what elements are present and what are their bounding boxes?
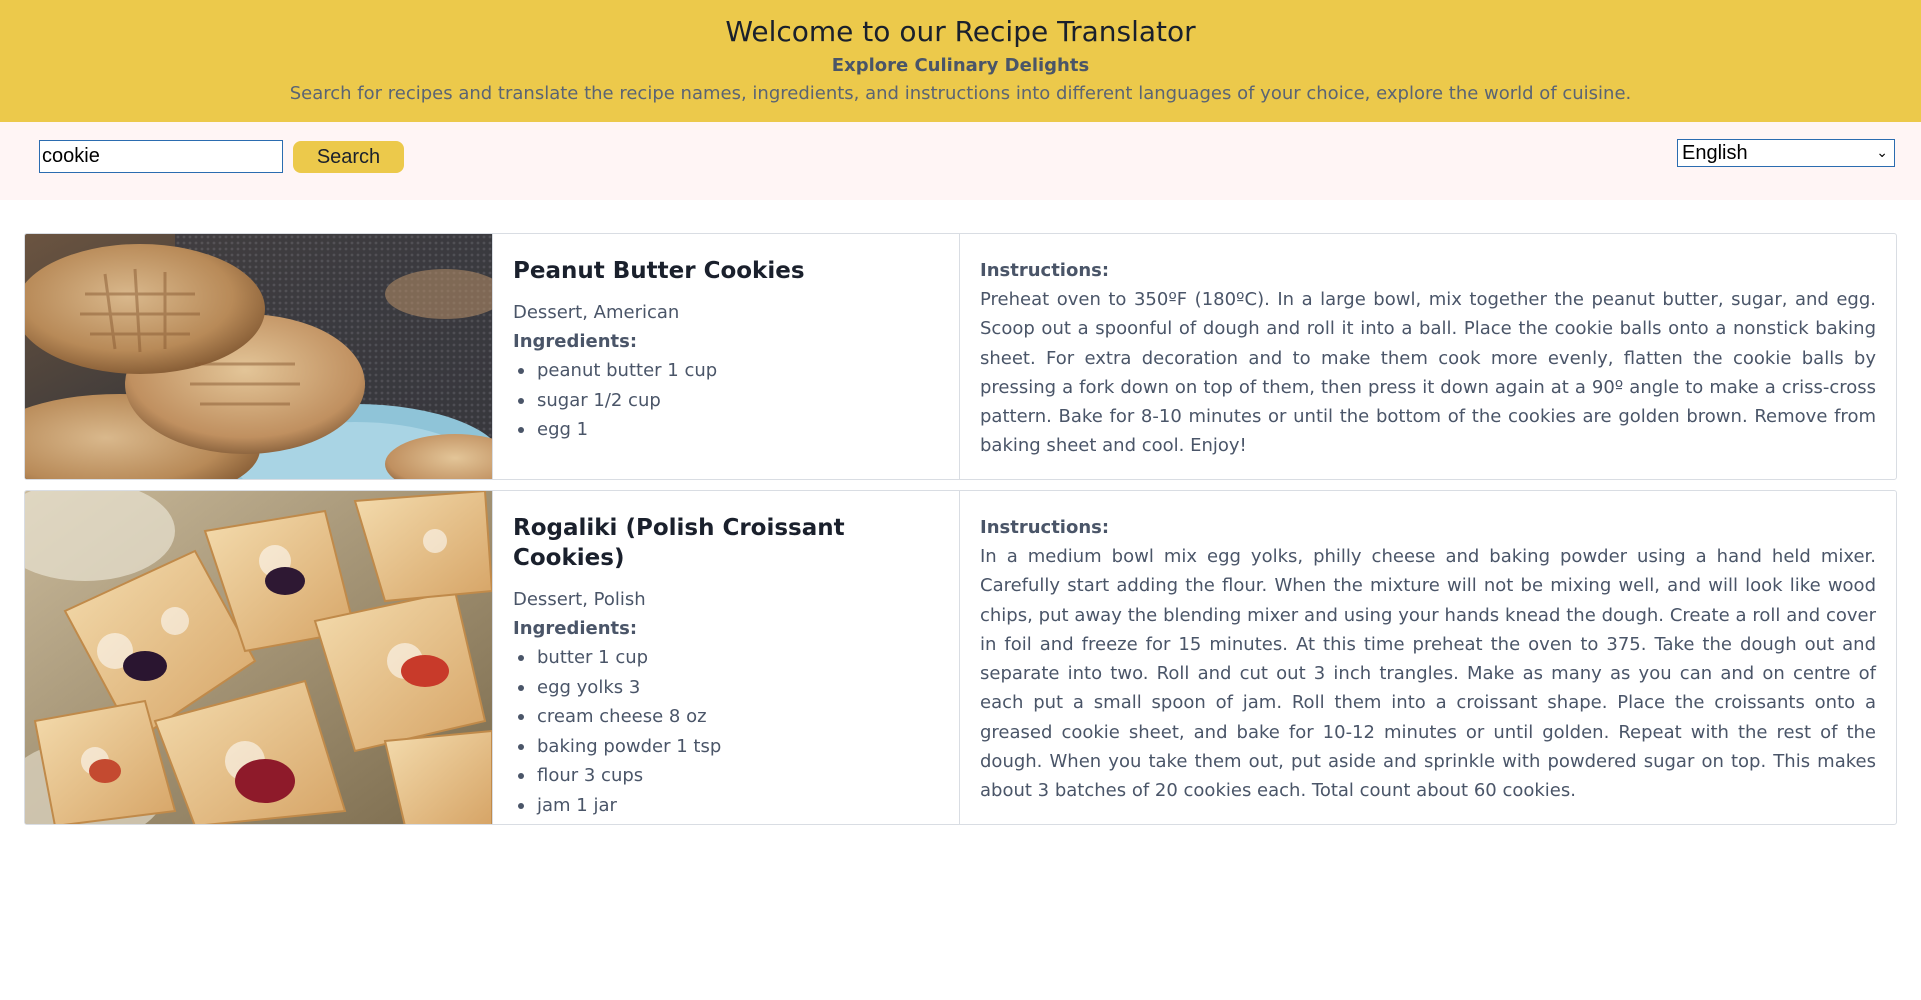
recipe-title: Peanut Butter Cookies (513, 258, 805, 284)
language-select[interactable]: English ⌄ (1677, 139, 1895, 167)
recipe-image (25, 491, 492, 824)
chevron-down-icon: ⌄ (1876, 144, 1888, 160)
ingredient-item: butter 1 cup (513, 643, 939, 673)
recipe-instructions: Instructions: Preheat oven to 350ºF (180… (960, 234, 1896, 479)
ingredients-list: butter 1 cup egg yolks 3 cream cheese 8 … (513, 643, 939, 820)
ingredient-item: baking powder 1 tsp (513, 732, 939, 762)
language-select-value: English (1682, 141, 1748, 164)
recipe-image (25, 234, 492, 479)
ingredient-item: egg 1 (513, 415, 939, 445)
page-title: Welcome to our Recipe Translator (725, 15, 1196, 48)
recipe-instructions: Instructions: In a medium bowl mix egg y… (960, 491, 1896, 824)
ingredients-list: peanut butter 1 cup sugar 1/2 cup egg 1 (513, 356, 939, 445)
ingredients-label: Ingredients: (513, 618, 638, 639)
ingredient-item: egg yolks 3 (513, 673, 939, 703)
page-description: Search for recipes and translate the rec… (289, 83, 1632, 104)
page-subtitle: Explore Culinary Delights (831, 55, 1090, 76)
recipe-info: Peanut Butter Cookies Dessert, American … (492, 234, 960, 479)
instructions-label: Instructions: (980, 260, 1110, 281)
search-toolbar: Search English ⌄ (0, 122, 1921, 200)
ingredient-item: flour 3 cups (513, 761, 939, 791)
ingredient-item: cream cheese 8 oz (513, 702, 939, 732)
instructions-text: In a medium bowl mix egg yolks, philly c… (980, 546, 1876, 802)
ingredient-item: sugar 1/2 cup (513, 386, 939, 416)
instructions-label: Instructions: (980, 517, 1110, 538)
instructions-text: Preheat oven to 350ºF (180ºC). In a larg… (980, 289, 1876, 457)
page-header: Welcome to our Recipe Translator Explore… (0, 0, 1921, 122)
ingredient-item: peanut butter 1 cup (513, 356, 939, 386)
recipe-info: Rogaliki (Polish Croissant Cookies) Dess… (492, 491, 960, 824)
recipe-card: Rogaliki (Polish Croissant Cookies) Dess… (24, 490, 1897, 825)
search-input[interactable] (39, 140, 283, 173)
ingredient-item: jam 1 jar (513, 791, 939, 821)
ingredients-label: Ingredients: (513, 331, 638, 352)
recipe-category: Dessert, Polish (513, 589, 646, 610)
recipe-results: Peanut Butter Cookies Dessert, American … (0, 200, 1921, 825)
recipe-card: Peanut Butter Cookies Dessert, American … (24, 233, 1897, 480)
recipe-title: Rogaliki (Polish Croissant Cookies) (513, 515, 845, 571)
search-button[interactable]: Search (293, 141, 404, 173)
recipe-category: Dessert, American (513, 302, 680, 323)
